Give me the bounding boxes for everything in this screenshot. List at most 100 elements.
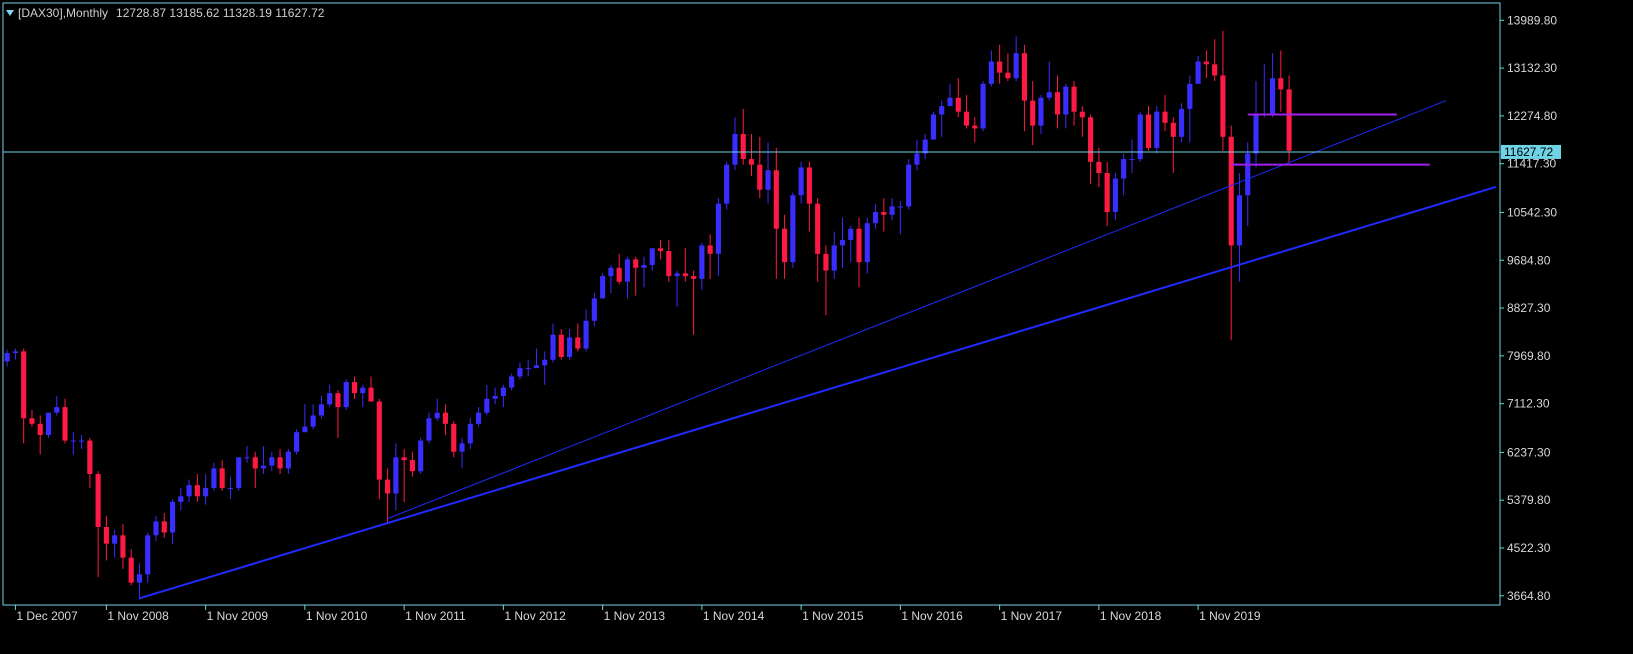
candle-body [906, 164, 912, 207]
y-tick-label: 13989.80 [1507, 13, 1557, 27]
candle [1104, 161, 1110, 226]
candle [972, 117, 978, 143]
candle-body [1121, 159, 1127, 179]
candle [1278, 50, 1284, 112]
candle-body [79, 440, 85, 442]
candle [583, 309, 589, 352]
candle-body [1269, 78, 1276, 115]
candle [509, 373, 515, 391]
candle [1088, 114, 1094, 185]
candle-body [674, 273, 680, 277]
candle-body [1030, 100, 1036, 126]
candle [608, 264, 614, 293]
candle [302, 404, 308, 433]
candle [409, 451, 415, 477]
candle [178, 487, 184, 511]
candle-body [4, 353, 10, 362]
candle-body [1245, 153, 1251, 196]
candle-body [476, 412, 482, 424]
candle-body [856, 228, 862, 263]
candle [740, 108, 746, 165]
candle-body [29, 418, 35, 424]
candle-body [889, 206, 895, 215]
x-tick-label: 1 Nov 2017 [1001, 609, 1063, 623]
candle-body [930, 114, 937, 140]
candle-body [806, 167, 812, 204]
candle [1203, 50, 1209, 79]
candle [525, 359, 531, 377]
candle-body [451, 423, 457, 452]
y-tick-label: 10542.30 [1507, 205, 1557, 219]
candle-body [409, 460, 415, 472]
candle-body [765, 170, 771, 190]
candle-body [864, 223, 870, 263]
candle [252, 451, 258, 488]
candle-body [178, 496, 184, 502]
candle [120, 524, 126, 569]
candle [1170, 117, 1176, 174]
candle [484, 384, 490, 416]
candle [1286, 75, 1292, 162]
candle [1220, 30, 1226, 151]
candle-body [360, 387, 366, 394]
candle [575, 323, 581, 352]
candle-body [186, 485, 192, 497]
chevron-down-icon[interactable] [6, 9, 14, 16]
candle [947, 83, 953, 107]
candle [87, 437, 93, 488]
candle [54, 395, 60, 416]
candle [500, 384, 506, 408]
candle-body [955, 97, 961, 112]
candle [624, 256, 631, 299]
candle-body [1278, 78, 1284, 90]
candle-body [153, 521, 159, 536]
candle [79, 434, 85, 449]
candle [153, 515, 159, 541]
candle [566, 329, 573, 360]
candle-body [37, 423, 43, 435]
candle [897, 200, 903, 235]
price-chart[interactable]: 13989.8013132.3012274.8011417.3010542.30… [0, 0, 1633, 654]
candle-body [385, 479, 391, 494]
x-axis: 1 Dec 2007 1 Nov 2008 1 Nov 2009 1 Nov 2010… [14, 605, 1261, 623]
candle [1269, 53, 1276, 118]
candle-body [748, 159, 755, 165]
candle-body [21, 351, 27, 419]
candle [856, 217, 862, 288]
candle [1054, 75, 1061, 129]
candle-body [459, 443, 465, 452]
candle-body [484, 398, 490, 413]
candle-body [368, 387, 374, 402]
y-tick-label: 3664.80 [1507, 589, 1551, 603]
candle [260, 446, 267, 475]
candle-body [1038, 97, 1044, 126]
candle [103, 515, 109, 561]
candle [1063, 83, 1069, 129]
chart-window[interactable]: 13989.80 13132.30 12274.80 11417.30 10542.30… [0, 0, 1633, 654]
candle-body [393, 457, 399, 494]
candle-body [575, 337, 581, 349]
candle-body [699, 245, 705, 279]
candle [823, 245, 829, 316]
candle [1212, 39, 1218, 82]
candle-body [1046, 92, 1052, 98]
candle-body [831, 245, 837, 271]
candle-body [509, 376, 515, 388]
candle [649, 248, 655, 271]
candle-body [219, 468, 225, 488]
candle [343, 379, 349, 410]
ohlc-readout: 12728.87 13185.62 11328.19 11627.72 [116, 5, 325, 20]
candle-body [740, 133, 746, 160]
candle [203, 474, 209, 505]
candle [476, 407, 482, 427]
chart-header: [DAX30],Monthly 12728.87 13185.62 11328.1… [6, 5, 324, 20]
candle [616, 253, 622, 285]
candle [368, 376, 374, 402]
y-tick-label: 12274.80 [1507, 109, 1557, 123]
candle [1245, 142, 1251, 226]
candle-body [136, 574, 143, 583]
candle-body [988, 61, 994, 84]
candle [4, 349, 10, 367]
y-tick-label: 7969.80 [1507, 349, 1551, 363]
candle [542, 351, 548, 385]
